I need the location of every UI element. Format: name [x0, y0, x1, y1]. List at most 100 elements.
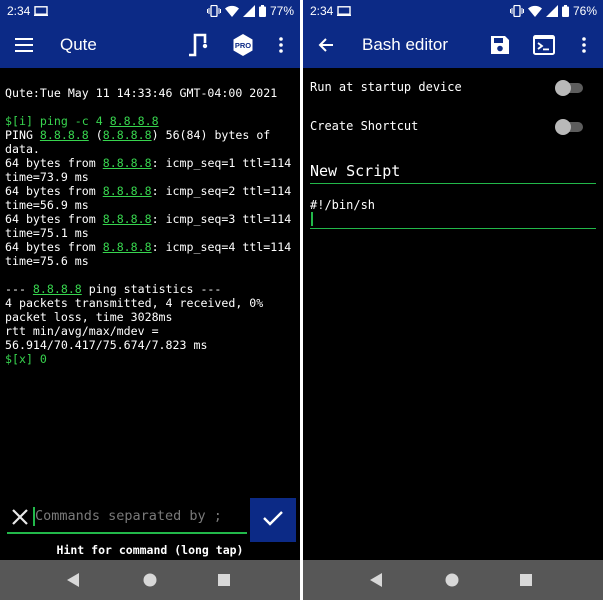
terminal-text: ( — [88, 128, 103, 142]
terminal-line: data. — [5, 142, 297, 156]
terminal-text: rtt min/avg/max/mdev = — [5, 324, 159, 338]
terminal-text: : icmp_seq=3 ttl=114 — [151, 212, 292, 226]
ip-link[interactable]: 8.8.8.8 — [110, 114, 159, 128]
terminal-text: : icmp_seq=2 ttl=114 — [151, 184, 292, 198]
home-icon[interactable] — [142, 572, 158, 592]
battery-percent: 76% — [572, 4, 597, 18]
terminal-line: time=75.6 ms — [5, 254, 297, 268]
script-body-text: #!/bin/sh — [310, 198, 376, 212]
terminal-line: 64 bytes from 8.8.8.8: icmp_seq=2 ttl=11… — [5, 184, 297, 198]
status-time: 2:34 — [7, 4, 31, 18]
cast-icon — [337, 5, 351, 16]
recents-icon[interactable] — [519, 572, 533, 592]
terminal-text: Qute:Tue May 11 14:33:46 GMT-04:00 2021 — [5, 86, 278, 100]
run-command-button[interactable] — [250, 498, 296, 542]
terminal-text: $[x] 0 — [5, 352, 47, 366]
battery-percent: 77% — [269, 4, 294, 18]
ip-link[interactable]: 8.8.8.8 — [103, 212, 152, 226]
app-title: Bash editor — [362, 35, 448, 54]
text-caret — [33, 507, 35, 526]
terminal-output: Qute:Tue May 11 14:33:46 GMT-04:00 2021 $… — [5, 86, 297, 366]
terminal-line: PING 8.8.8.8 (8.8.8.8) 56(84) bytes of — [5, 128, 297, 142]
status-time: 2:34 — [310, 4, 334, 18]
terminal-line: 64 bytes from 8.8.8.8: icmp_seq=1 ttl=11… — [5, 156, 297, 170]
setting-label: Create Shortcut — [310, 119, 419, 133]
terminal-text: 4 packets transmitted, 4 received, 0% — [5, 296, 264, 310]
terminal-line: time=73.9 ms — [5, 170, 297, 184]
battery-icon — [258, 5, 266, 17]
status-bar: 2:34 76% — [303, 0, 603, 22]
back-arrow-icon[interactable] — [311, 22, 341, 68]
save-icon[interactable] — [485, 22, 515, 68]
status-bar: 2:34 77% — [0, 0, 300, 22]
terminal-line: 64 bytes from 8.8.8.8: icmp_seq=3 ttl=11… — [5, 212, 297, 226]
ip-link[interactable]: 8.8.8.8 — [103, 240, 152, 254]
terminal-line: --- 8.8.8.8 ping statistics --- — [5, 282, 297, 296]
terminal-text: 64 bytes from — [5, 156, 103, 170]
script-editor[interactable]: #!/bin/sh — [310, 196, 596, 229]
vibrate-icon — [509, 5, 524, 17]
check-icon — [262, 509, 284, 531]
signal-icon — [242, 5, 255, 17]
terminal-icon[interactable] — [529, 22, 559, 68]
terminal-text: --- — [5, 282, 33, 296]
close-icon[interactable] — [9, 506, 31, 528]
terminal-text: 64 bytes from — [5, 184, 103, 198]
script-name-field[interactable]: New Script — [310, 160, 596, 184]
input-underline — [7, 532, 247, 534]
terminal-line: 4 packets transmitted, 4 received, 0% — [5, 296, 297, 310]
setting-create-shortcut: Create Shortcut — [303, 115, 603, 139]
vibrate-icon — [206, 5, 221, 17]
route-icon[interactable] — [180, 22, 214, 68]
setting-label: Run at startup device — [310, 80, 462, 94]
signal-icon — [545, 5, 558, 17]
app-bar: Bash editor — [303, 22, 603, 68]
terminal-text: PING — [5, 128, 40, 142]
terminal-text: $[i] ping -c 4 — [5, 114, 110, 128]
more-vert-icon[interactable] — [571, 22, 597, 68]
navigation-bar — [303, 560, 603, 600]
ip-link[interactable]: 8.8.8.8 — [103, 156, 152, 170]
terminal-line: 64 bytes from 8.8.8.8: icmp_seq=4 ttl=11… — [5, 240, 297, 254]
ip-link[interactable]: 8.8.8.8 — [103, 184, 152, 198]
app-title: Qute — [60, 35, 97, 54]
command-input[interactable] — [33, 503, 245, 529]
svg-text:PRO: PRO — [235, 41, 251, 50]
run-at-startup-toggle[interactable] — [555, 80, 585, 96]
script-name-text: New Script — [310, 162, 401, 180]
setting-run-at-startup: Run at startup device — [303, 76, 603, 100]
command-bar — [0, 496, 300, 542]
home-icon[interactable] — [444, 572, 460, 592]
terminal-text: time=75.1 ms — [5, 226, 89, 240]
menu-icon[interactable] — [4, 22, 44, 68]
app-bar: Qute PRO — [0, 22, 300, 68]
ip-link[interactable]: 8.8.8.8 — [33, 282, 82, 296]
terminal-text: 56.914/70.417/75.674/7.823 ms — [5, 338, 208, 352]
text-caret — [311, 212, 313, 226]
terminal-text: 64 bytes from — [5, 212, 103, 226]
terminal-text: 64 bytes from — [5, 240, 103, 254]
wifi-icon — [527, 5, 542, 17]
back-icon[interactable] — [66, 572, 80, 592]
ip-link[interactable]: 8.8.8.8 — [103, 128, 152, 142]
qute-terminal-screen: 2:34 77% Qute PRO Qute:Tue May 11 14:33:… — [0, 0, 300, 600]
cast-icon — [34, 5, 48, 16]
battery-icon — [561, 5, 569, 17]
terminal-line: time=75.1 ms — [5, 226, 297, 240]
create-shortcut-toggle[interactable] — [555, 119, 585, 135]
terminal-text: packet loss, time 3028ms — [5, 310, 173, 324]
ip-link[interactable]: 8.8.8.8 — [40, 128, 89, 142]
terminal-line: $[x] 0 — [5, 352, 297, 366]
back-icon[interactable] — [369, 572, 383, 592]
more-vert-icon[interactable] — [268, 22, 294, 68]
recents-icon[interactable] — [217, 572, 231, 592]
navigation-bar — [0, 560, 300, 600]
terminal-text: : icmp_seq=1 ttl=114 — [151, 156, 292, 170]
terminal-text: ping statistics --- — [81, 282, 222, 296]
terminal-line: time=56.9 ms — [5, 198, 297, 212]
terminal-text: ) 56(84) bytes of — [151, 128, 271, 142]
terminal-line: 56.914/70.417/75.674/7.823 ms — [5, 338, 297, 352]
terminal-text: : icmp_seq=4 ttl=114 — [151, 240, 292, 254]
pro-badge-icon[interactable]: PRO — [226, 22, 260, 68]
